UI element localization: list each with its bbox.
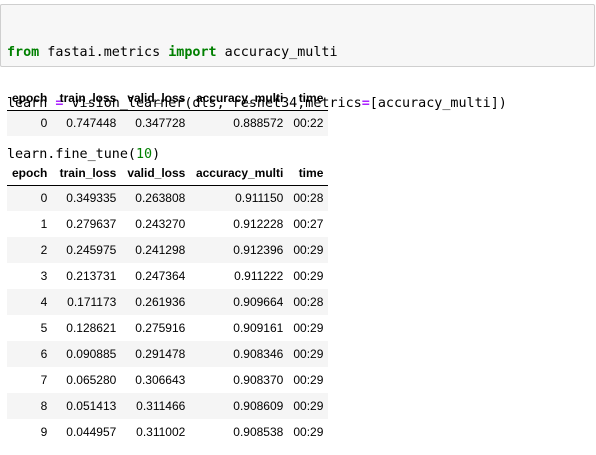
cell-epoch: 0 — [40, 116, 48, 131]
cell-accuracy-multi: 0.908346 — [233, 347, 284, 361]
cell-time: 00:29 — [293, 243, 324, 257]
module-name: fastai.metrics — [39, 45, 169, 60]
header-accuracy-multi: accuracy_multi — [190, 161, 289, 186]
cell-time: 00:29 — [293, 425, 324, 439]
table-header-row: epoch train_loss valid_loss accuracy_mul… — [7, 161, 329, 186]
header-train-loss: train_loss — [52, 161, 122, 186]
finetune-table-body: 0 0.349335 0.263808 0.911150 00:28 1 0.279637 0… — [7, 185, 329, 445]
table-row: 9 0.044957 0.311002 0.908538 00:29 — [7, 419, 329, 445]
cell-time: 00:28 — [293, 295, 324, 309]
keyword-from: from — [7, 45, 40, 60]
cell-accuracy-multi: 0.911150 — [235, 191, 284, 206]
cell-train-loss: 0.065280 — [66, 373, 117, 387]
cell-time: 00:29 — [293, 373, 324, 387]
cell-valid-loss: 0.261936 — [135, 295, 186, 309]
table-row: 5 0.128621 0.275916 0.909161 00:29 — [7, 315, 329, 341]
cell-accuracy-multi: 0.909161 — [233, 321, 284, 335]
cell-valid-loss: 0.243270 — [135, 217, 186, 231]
cell-epoch: 8 — [40, 399, 48, 413]
fine-tune-call: learn.fine_tune( — [7, 147, 136, 162]
cell-time: 00:29 — [293, 269, 324, 283]
cell-train-loss: 0.044957 — [66, 425, 117, 439]
cell-time: 00:22 — [293, 116, 324, 131]
cell-train-loss: 0.213731 — [66, 269, 117, 283]
cell-epoch: 0 — [40, 191, 48, 206]
cell-train-loss: 0.245975 — [66, 243, 117, 257]
table-row: 4 0.171173 0.261936 0.909664 00:28 — [7, 289, 329, 315]
frozen-epoch-table: epoch train_loss valid_loss accuracy_mul… — [7, 86, 329, 136]
cell-time: 00:29 — [293, 321, 324, 335]
cell-train-loss: 0.051413 — [66, 399, 117, 413]
cell-train-loss: 0.090885 — [66, 347, 117, 361]
header-valid-loss: valid_loss — [121, 86, 191, 111]
code-line-1: from fastai.metrics import accuracy_mult… — [7, 44, 588, 61]
cell-valid-loss: 0.247364 — [135, 269, 186, 283]
cell-time: 00:27 — [293, 217, 324, 231]
kwarg-operator: = — [361, 96, 370, 111]
cell-epoch: 9 — [40, 425, 48, 439]
cell-train-loss: 0.128621 — [66, 321, 117, 335]
cell-train-loss: 0.171173 — [67, 295, 117, 309]
table-row: 3 0.213731 0.247364 0.911222 00:29 — [7, 263, 329, 289]
table-row: 7 0.065280 0.306643 0.908370 00:29 — [7, 367, 329, 393]
cell-epoch: 5 — [40, 321, 48, 335]
header-train-loss: train_loss — [52, 86, 122, 111]
header-epoch: epoch — [7, 161, 53, 186]
cell-epoch: 2 — [40, 243, 48, 257]
frozen-table-body: 0 0.747448 0.347728 0.888572 00:22 — [7, 110, 329, 136]
imported-name: accuracy_multi — [216, 45, 338, 60]
table-row: 0 0.349335 0.263808 0.911150 00:28 — [7, 185, 329, 211]
code-cell[interactable]: from fastai.metrics import accuracy_mult… — [0, 4, 595, 162]
cell-valid-loss: 0.275916 — [135, 321, 186, 335]
header-epoch: epoch — [7, 86, 53, 111]
fine-tune-close: ) — [152, 147, 161, 162]
table-row: 2 0.245975 0.241298 0.912396 00:29 — [7, 237, 329, 263]
header-time: time — [288, 86, 329, 111]
cell-valid-loss: 0.291478 — [135, 347, 186, 361]
cell-train-loss: 0.349335 — [66, 191, 117, 206]
table-row: 0 0.747448 0.347728 0.888572 00:22 — [7, 110, 329, 136]
header-time: time — [288, 161, 329, 186]
cell-epoch: 7 — [40, 373, 48, 387]
cell-accuracy-multi: 0.908538 — [233, 425, 284, 439]
cell-time: 00:29 — [293, 399, 324, 413]
cell-epoch: 4 — [40, 295, 48, 309]
cell-valid-loss: 0.311002 — [136, 425, 186, 439]
cell-accuracy-multi: 0.909664 — [233, 295, 284, 309]
cell-time: 00:28 — [293, 191, 324, 206]
cell-valid-loss: 0.311466 — [136, 399, 186, 413]
cell-valid-loss: 0.347728 — [135, 116, 186, 131]
cell-epoch: 1 — [40, 217, 48, 231]
table-row: 8 0.051413 0.311466 0.908609 00:29 — [7, 393, 329, 419]
cell-accuracy-multi: 0.911222 — [234, 269, 284, 283]
cell-epoch: 3 — [40, 269, 48, 283]
cell-train-loss: 0.747448 — [66, 116, 117, 131]
table-header-row: epoch train_loss valid_loss accuracy_mul… — [7, 86, 329, 111]
cell-accuracy-multi: 0.908370 — [233, 373, 284, 387]
cell-time: 00:29 — [293, 347, 324, 361]
epochs-number: 10 — [136, 147, 153, 162]
keyword-import: import — [168, 45, 217, 60]
cell-epoch: 6 — [40, 347, 48, 361]
cell-valid-loss: 0.241298 — [135, 243, 186, 257]
header-valid-loss: valid_loss — [121, 161, 191, 186]
cell-accuracy-multi: 0.912228 — [233, 217, 284, 231]
cell-valid-loss: 0.263808 — [135, 191, 186, 206]
table-row: 1 0.279637 0.243270 0.912228 00:27 — [7, 211, 329, 237]
finetune-epoch-table: epoch train_loss valid_loss accuracy_mul… — [7, 161, 329, 445]
metrics-arg: [accuracy_multi]) — [369, 96, 507, 111]
cell-accuracy-multi: 0.908609 — [233, 399, 284, 413]
table-row: 6 0.090885 0.291478 0.908346 00:29 — [7, 341, 329, 367]
cell-accuracy-multi: 0.912396 — [233, 243, 284, 257]
cell-train-loss: 0.279637 — [66, 217, 117, 231]
cell-accuracy-multi: 0.888572 — [233, 116, 284, 131]
header-accuracy-multi: accuracy_multi — [190, 86, 289, 111]
cell-valid-loss: 0.306643 — [135, 373, 186, 387]
